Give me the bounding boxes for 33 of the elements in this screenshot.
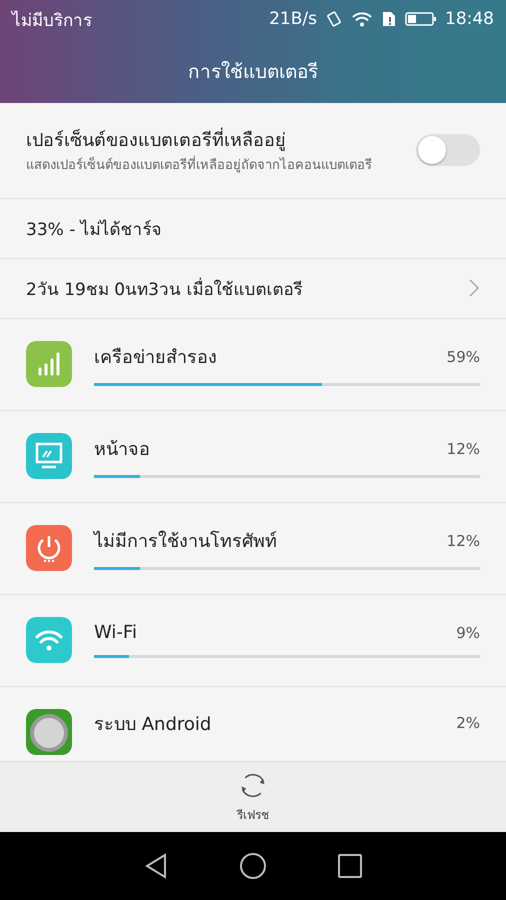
usage-name[interactable]: Wi-Fi	[94, 622, 137, 644]
usage-percent: 2%	[456, 714, 480, 732]
monitor-icon[interactable]	[26, 433, 72, 480]
chevron-right-icon[interactable]	[468, 278, 480, 298]
setting-title: เปอร์เซ็นต์ของแบตเตอรีที่เหลืออยู่	[26, 125, 400, 154]
signal-bars-icon[interactable]	[26, 341, 72, 388]
wifi-icon	[351, 10, 373, 28]
recents-icon[interactable]	[337, 853, 363, 879]
usage-name[interactable]: ไม่มีการใช้งานโทรศัพท์	[94, 526, 277, 556]
network-speed: 21B/s	[269, 9, 317, 29]
home-icon[interactable]	[239, 852, 267, 880]
usage-percent: 12%	[446, 440, 480, 458]
usage-name[interactable]: เครือข่ายสำรอง	[94, 342, 217, 372]
battery-status: 33% - ไม่ได้ชาร์จ	[26, 218, 162, 242]
back-icon[interactable]	[143, 852, 169, 880]
power-icon[interactable]	[26, 525, 72, 572]
usage-percent: 59%	[446, 348, 480, 366]
wifi-icon[interactable]	[26, 617, 72, 664]
usage-percent: 12%	[446, 532, 480, 550]
vibrate-icon	[325, 10, 343, 28]
app-icon[interactable]	[26, 708, 72, 755]
clock: 18:48	[445, 9, 494, 29]
battery-icon	[405, 11, 437, 27]
screen-title: การใช้แบตเตอรี	[188, 60, 318, 84]
refresh-button[interactable]: รีเฟรช	[227, 762, 279, 832]
setting-description: แสดงเปอร์เซ็นต์ของแบตเตอรีที่เหลืออยู่ถัดจากไอคอนแบตเตอรี	[26, 158, 386, 176]
carrier-label: ไม่มีบริการ	[12, 10, 93, 32]
usage-name[interactable]: ระบบ Android	[94, 708, 212, 738]
usage-percent: 9%	[456, 624, 480, 642]
usage-name[interactable]: หน้าจอ	[94, 434, 150, 464]
toggle-switch[interactable]	[416, 134, 480, 166]
time-remaining[interactable]: 2วัน 19ชม 0นท3วน เมื่อใช้แบตเตอรี	[26, 274, 302, 302]
sim-alert-icon	[381, 10, 397, 28]
